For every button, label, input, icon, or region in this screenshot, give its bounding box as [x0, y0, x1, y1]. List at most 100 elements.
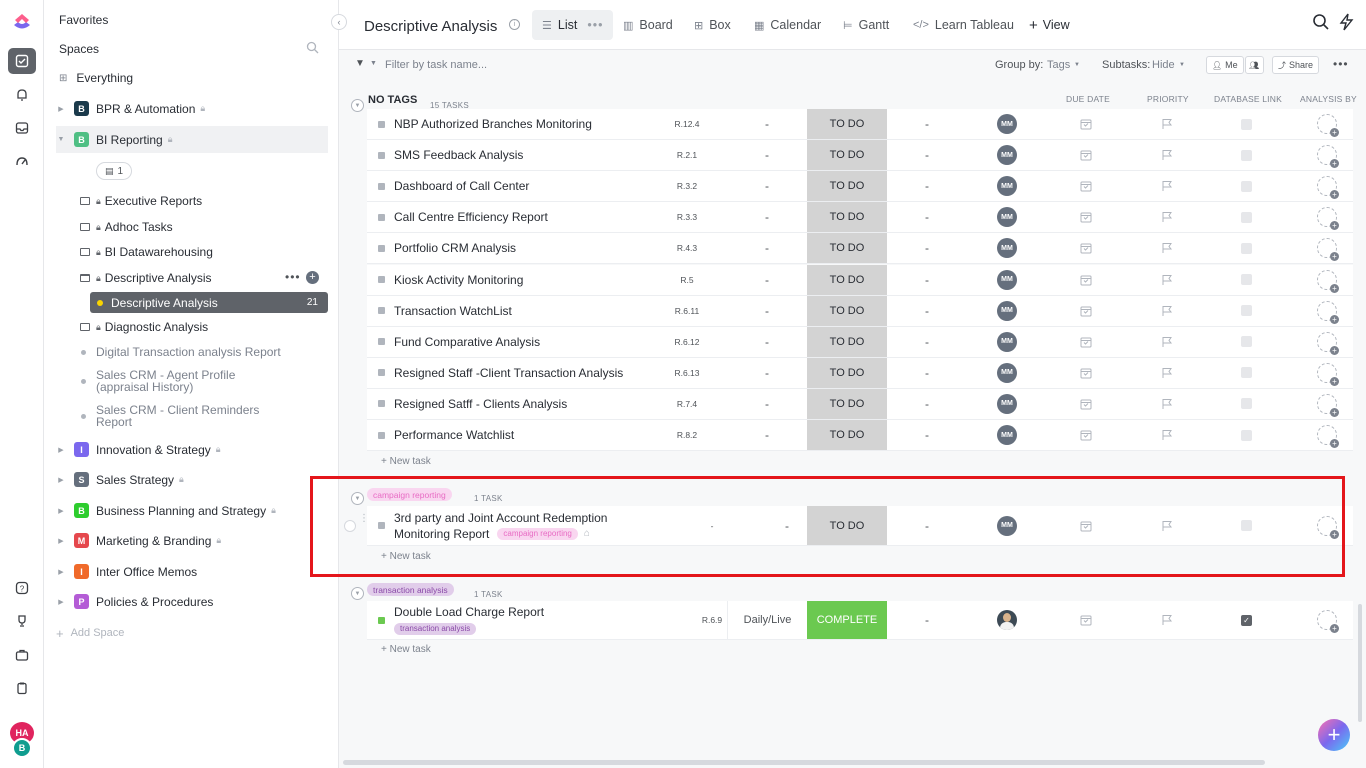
- avatar[interactable]: MM: [997, 362, 1017, 383]
- task-name[interactable]: Kiosk Activity Monitoring: [394, 273, 523, 287]
- code-cell[interactable]: R.7.4: [647, 389, 727, 419]
- database-link-cell[interactable]: [1241, 233, 1253, 263]
- field-cell[interactable]: -: [887, 233, 967, 263]
- vertical-scrollbar[interactable]: [1358, 604, 1362, 722]
- database-link-cell[interactable]: ✓: [1241, 601, 1253, 639]
- tab-box[interactable]: ⊞ Box: [694, 10, 731, 40]
- field-cell[interactable]: -: [887, 358, 967, 388]
- more-options-icon[interactable]: •••: [587, 18, 603, 32]
- info-icon[interactable]: i: [509, 19, 520, 30]
- task-name-cell[interactable]: NBP Authorized Branches Monitoring: [367, 109, 672, 139]
- frequency-cell[interactable]: -: [727, 296, 807, 326]
- table-row[interactable]: Resigned Staff -Client Transaction Analy…: [367, 357, 1353, 389]
- code-cell[interactable]: R.6.11: [647, 296, 727, 326]
- tab-board[interactable]: ▥ Board: [623, 10, 673, 40]
- priority-cell[interactable]: [1161, 265, 1175, 295]
- due-date-cell[interactable]: [1080, 420, 1094, 450]
- task-name[interactable]: Double Load Charge Report: [394, 605, 544, 620]
- frequency-cell[interactable]: -: [727, 140, 807, 170]
- column-header-analysis-by[interactable]: ANALYSIS BY: [1300, 94, 1357, 104]
- calendar-icon[interactable]: [1080, 429, 1092, 441]
- sidebar-list-descriptive-analysis[interactable]: Descriptive Analysis 21: [90, 292, 328, 313]
- assignee-cell[interactable]: MM: [997, 420, 1017, 450]
- status-badge[interactable]: TO DO: [807, 202, 887, 233]
- code-cell[interactable]: R.3.3: [647, 202, 727, 232]
- subtasks-select[interactable]: Hide: [1152, 59, 1175, 71]
- code-cell[interactable]: R.4.3: [647, 233, 727, 263]
- caret-right-icon[interactable]: ▶: [56, 105, 66, 113]
- due-date-cell[interactable]: [1080, 506, 1094, 545]
- home-checkbox-icon[interactable]: [8, 48, 36, 74]
- caret-down-icon[interactable]: ▼: [56, 136, 66, 143]
- code-cell[interactable]: R.6.12: [647, 327, 727, 357]
- task-name-cell[interactable]: Dashboard of Call Center: [367, 171, 672, 201]
- caret-right-icon[interactable]: ▶: [56, 507, 66, 515]
- table-row[interactable]: Kiosk Activity Monitoring R.5- TO DO - MM: [367, 264, 1353, 296]
- clipboard-icon[interactable]: [8, 675, 36, 701]
- add-assignee-icon[interactable]: [1317, 331, 1339, 355]
- assignee-cell[interactable]: MM: [997, 296, 1017, 326]
- due-date-cell[interactable]: [1080, 601, 1094, 639]
- more-options-icon[interactable]: •••: [1333, 57, 1349, 71]
- code-cell[interactable]: R.6.13: [647, 358, 727, 388]
- avatar[interactable]: [997, 610, 1017, 630]
- priority-cell[interactable]: [1161, 358, 1175, 388]
- search-spaces-icon[interactable]: [306, 41, 319, 54]
- assignee-cell[interactable]: MM: [997, 233, 1017, 263]
- add-assignee-icon[interactable]: [1317, 300, 1339, 324]
- add-assignee-icon[interactable]: [1317, 145, 1339, 169]
- new-task-button[interactable]: + New task: [381, 644, 431, 655]
- add-assignee-icon[interactable]: [1317, 238, 1339, 262]
- frequency-cell[interactable]: -: [727, 420, 807, 450]
- search-icon[interactable]: [1312, 13, 1330, 31]
- table-row[interactable]: Dashboard of Call Center R.3.2- TO DO - MM: [367, 171, 1353, 203]
- folder-item-bi-datawarehousing[interactable]: 🔒︎ BI Datawarehousing: [80, 245, 338, 259]
- task-name-cell[interactable]: Double Load Charge Report transaction an…: [367, 601, 672, 639]
- checkbox[interactable]: [1241, 118, 1252, 130]
- calendar-icon[interactable]: [1080, 242, 1092, 254]
- status-badge[interactable]: TO DO: [807, 264, 887, 295]
- caret-right-icon[interactable]: ▶: [56, 446, 66, 454]
- analysis-by-cell[interactable]: [1317, 140, 1339, 170]
- analysis-by-cell[interactable]: [1317, 506, 1339, 545]
- list-item-sales-crm-agent[interactable]: Sales CRM - Agent Profile (appraisal His…: [81, 369, 338, 393]
- assignee-cell[interactable]: MM: [997, 171, 1017, 201]
- add-view-button[interactable]: + View: [1029, 10, 1070, 40]
- workspace-avatar[interactable]: B: [12, 738, 32, 758]
- field-cell[interactable]: -: [887, 265, 967, 295]
- spaces-heading[interactable]: Spaces: [59, 42, 338, 56]
- due-date-cell[interactable]: [1080, 171, 1094, 201]
- status-badge[interactable]: TO DO: [807, 140, 887, 171]
- folder-item-diagnostic-analysis[interactable]: 🔒︎ Diagnostic Analysis: [80, 320, 338, 334]
- me-filter-button[interactable]: 👤︎ Me: [1206, 56, 1244, 74]
- group-tag-campaign-reporting[interactable]: campaign reporting: [367, 488, 452, 501]
- analysis-by-cell[interactable]: [1317, 327, 1339, 357]
- add-assignee-icon[interactable]: [1317, 176, 1339, 200]
- flag-icon[interactable]: [1161, 367, 1173, 379]
- field-cell[interactable]: -: [887, 601, 967, 639]
- space-item-policies[interactable]: ▶ P Policies & Procedures: [56, 594, 338, 609]
- checkbox[interactable]: [1241, 520, 1252, 531]
- checkbox[interactable]: [1241, 242, 1252, 254]
- collapse-group-chevron-icon[interactable]: ▼: [351, 587, 364, 600]
- task-tag[interactable]: campaign reporting: [497, 527, 578, 540]
- tab-gantt[interactable]: ⊨ Gantt: [843, 10, 889, 40]
- priority-cell[interactable]: [1161, 171, 1175, 201]
- avatar[interactable]: MM: [997, 300, 1017, 321]
- calendar-icon[interactable]: [1080, 180, 1092, 192]
- add-assignee-icon[interactable]: [1317, 362, 1339, 386]
- table-row[interactable]: Call Centre Efficiency Report R.3.3- TO DO…: [367, 202, 1353, 234]
- table-row[interactable]: Fund Comparative Analysis R.6.12- TO DO - MM: [367, 326, 1353, 358]
- briefcase-icon[interactable]: [8, 642, 36, 668]
- assignee-cell[interactable]: MM: [997, 109, 1017, 139]
- task-name[interactable]: Resigned Staff -Client Transaction Analy…: [394, 366, 623, 380]
- flag-icon[interactable]: [1161, 242, 1173, 254]
- database-link-cell[interactable]: [1241, 109, 1253, 139]
- assignee-cell[interactable]: MM: [997, 265, 1017, 295]
- space-item-marketing[interactable]: ▶ M Marketing & Branding 🔒︎: [56, 533, 338, 548]
- field-cell[interactable]: -: [887, 171, 967, 201]
- task-name[interactable]: Dashboard of Call Center: [394, 179, 529, 193]
- flag-icon[interactable]: [1161, 398, 1173, 410]
- database-link-cell[interactable]: [1241, 202, 1253, 232]
- group-tag-transaction-analysis[interactable]: transaction analysis: [367, 583, 454, 596]
